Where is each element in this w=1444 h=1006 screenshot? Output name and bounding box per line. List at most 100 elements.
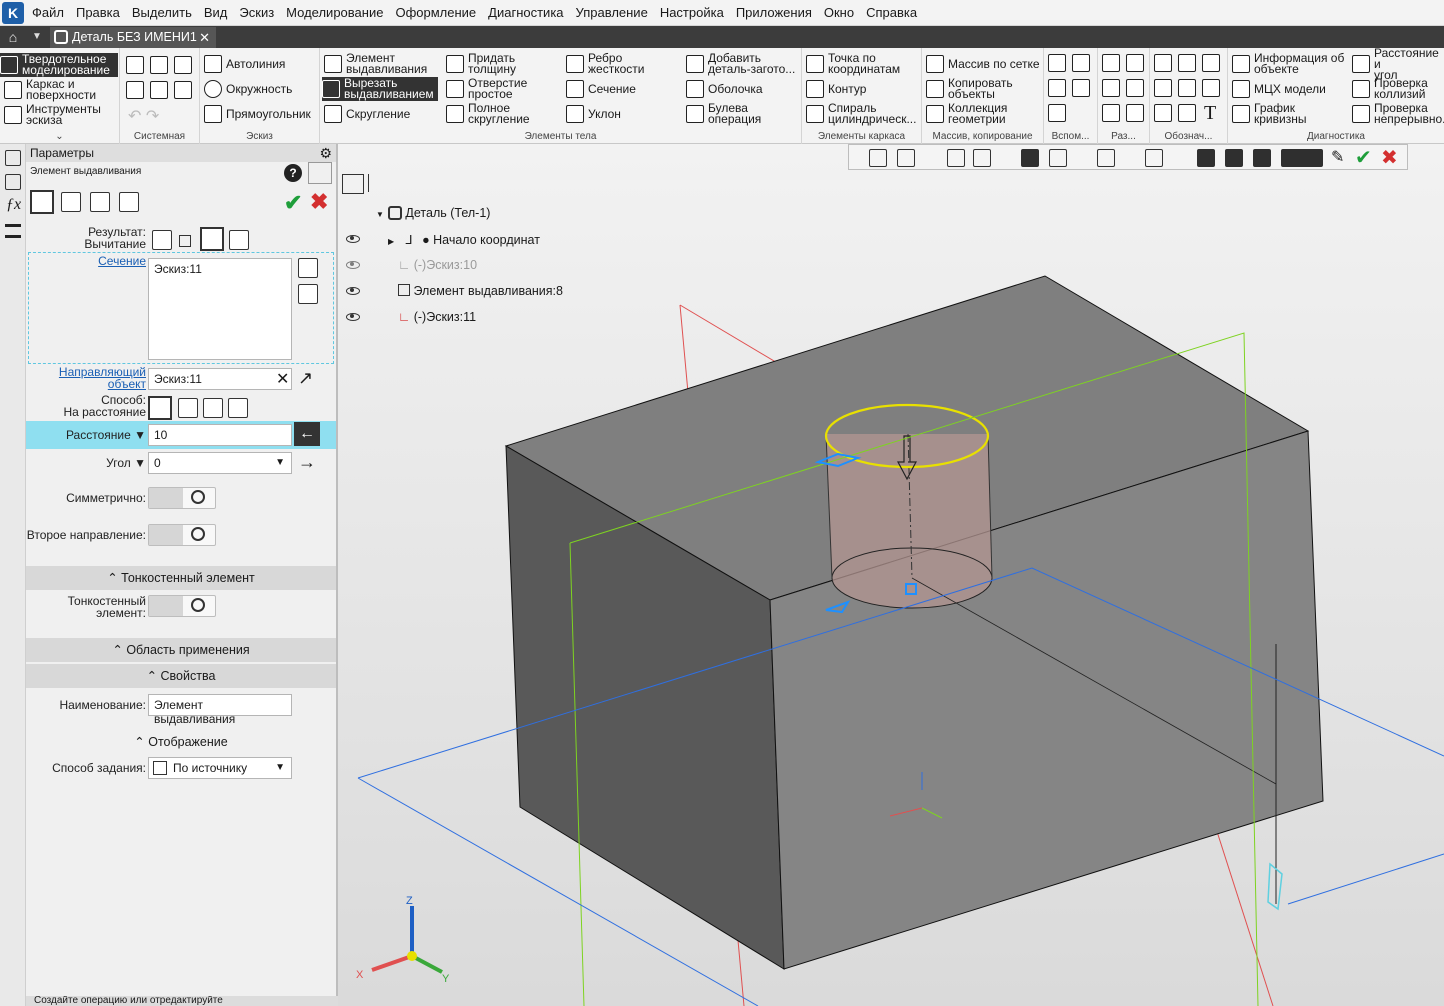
angle-dim-icon[interactable] [1202, 54, 1220, 72]
cut-icon[interactable] [1126, 54, 1144, 72]
fillet-button[interactable]: Скругление [324, 102, 410, 126]
guide-field[interactable]: Эскиз:11 [148, 368, 292, 390]
rib-button[interactable]: Ребро жесткости [566, 52, 644, 76]
tab-scope-icon[interactable] [90, 192, 110, 212]
menu-window[interactable]: Окно [824, 5, 860, 20]
menu-drafting[interactable]: Оформление [395, 5, 482, 20]
variables-icon[interactable]: ƒx [6, 196, 21, 214]
home-icon[interactable]: ⌂ [0, 26, 26, 48]
extrude-button[interactable]: Элемент выдавливания [324, 52, 427, 76]
plane-icon[interactable] [1048, 54, 1066, 72]
ok-check-icon[interactable]: ✔ [284, 190, 302, 216]
menu-management[interactable]: Управление [576, 5, 654, 20]
menu-help[interactable]: Справка [866, 5, 923, 20]
method-to-vertex-icon[interactable] [203, 398, 223, 418]
clear-x-icon[interactable]: ✕ [276, 369, 289, 389]
help-icon[interactable]: ? [284, 164, 302, 182]
circle-button[interactable]: Окружность [204, 77, 292, 101]
menu-diagnostics[interactable]: Диагностика [488, 5, 569, 20]
mode-wireframe-surfaces[interactable]: Каркас и поверхности [4, 78, 96, 102]
ribbon-expand-icon[interactable]: ⌄ [0, 131, 119, 142]
object-info-button[interactable]: Информация об объекте [1232, 52, 1344, 76]
section-sketch-icon[interactable] [298, 284, 318, 304]
split-icon[interactable] [1102, 54, 1120, 72]
print-icon[interactable] [126, 81, 144, 99]
menu-file[interactable]: Файл [32, 5, 70, 20]
cut-extrude-button[interactable]: Вырезать выдавливанием [322, 77, 438, 101]
tab-params-icon[interactable] [30, 190, 54, 214]
gear-icon[interactable]: ⚙ [319, 144, 332, 162]
second-direction-toggle[interactable] [148, 524, 216, 546]
distance-label[interactable]: Расстояние ▼ [46, 428, 146, 442]
bend-icon[interactable] [1102, 104, 1120, 122]
menu-edit[interactable]: Правка [76, 5, 126, 20]
display-section-header[interactable]: ⌃ Отображение [26, 734, 336, 749]
draft-button[interactable]: Уклон [566, 102, 621, 126]
menu-settings[interactable]: Настройка [660, 5, 730, 20]
menu-select[interactable]: Выделить [132, 5, 198, 20]
scope-section-header[interactable]: ⌃ Область применения [26, 638, 336, 662]
mode-solid-modeling[interactable]: Твердотельное моделирование [0, 53, 118, 77]
curvature-plot-button[interactable]: График кривизны [1232, 102, 1306, 126]
symmetric-toggle[interactable] [148, 487, 216, 509]
tab-props-icon[interactable] [119, 192, 139, 212]
section-link[interactable]: Сечение [66, 254, 146, 268]
section-edit-icon[interactable] [298, 258, 318, 278]
close-icon[interactable]: ✕ [199, 27, 210, 48]
props-section-header[interactable]: ⌃ Свойства [26, 664, 336, 688]
display-method-select[interactable]: По источнику ▼ [148, 757, 292, 779]
manipulator-handle[interactable] [1267, 862, 1283, 911]
tree-toggle-icon[interactable] [308, 162, 332, 184]
menu-sketch[interactable]: Эскиз [239, 5, 280, 20]
add-blank-button[interactable]: Добавить деталь-загото... [686, 52, 795, 76]
result-subtract-icon[interactable] [200, 227, 224, 251]
line-icon[interactable] [1048, 104, 1066, 122]
model-tree-icon[interactable] [5, 150, 21, 166]
method-to-surface-icon[interactable] [228, 398, 248, 418]
3d-viewport[interactable]: ✎ ✔ ✖ ▼ Деталь (Тел-1) ▶ ⅃ ● Начало коор… [338, 144, 1444, 1006]
menu-view[interactable]: Вид [204, 5, 234, 20]
properties-icon[interactable] [5, 174, 21, 190]
mirror-icon[interactable] [1102, 79, 1120, 97]
new-file-icon[interactable] [126, 56, 144, 74]
rectangle-button[interactable]: Прямоугольник [204, 102, 311, 126]
wrap-icon[interactable] [1126, 104, 1144, 122]
grid-array-button[interactable]: Массив по сетке [926, 52, 1040, 76]
mode-sketch-tools[interactable]: Инструменты эскиза [4, 103, 101, 127]
tab-thin-wall-icon[interactable] [61, 192, 81, 212]
mass-props-button[interactable]: МЦХ модели [1232, 77, 1326, 101]
angle-select[interactable]: 0 ▼ [148, 452, 292, 474]
guide-link[interactable]: Направляющий объект [46, 366, 146, 390]
shell-button[interactable]: Оболочка [686, 77, 763, 101]
result-new-body-icon[interactable] [179, 235, 191, 247]
base-icon[interactable] [1154, 104, 1172, 122]
simple-hole-button[interactable]: Отверстие простое [446, 77, 527, 101]
autoline-button[interactable]: Автолиния [204, 52, 285, 76]
boolean-button[interactable]: Булева операция [686, 102, 761, 126]
geometry-collection-button[interactable]: Коллекция геометрии [926, 102, 1007, 126]
distance-angle-button[interactable]: Расстояние и угол [1352, 47, 1444, 81]
chevron-down-icon[interactable]: ▼ [26, 26, 48, 48]
undo-icon[interactable]: ↶ ↷ [128, 106, 159, 126]
menu-modeling[interactable]: Моделирование [286, 5, 389, 20]
full-fillet-button[interactable]: Полное скругление [446, 102, 530, 126]
text-icon[interactable]: T [1204, 102, 1216, 125]
continuity-check-button[interactable]: Проверка непрерывно... [1352, 102, 1444, 126]
dimension-icon[interactable] [1154, 54, 1172, 72]
document-tab[interactable]: Деталь БЕЗ ИМЕНИ1 ✕ [50, 27, 216, 48]
method-distance-icon[interactable] [148, 396, 172, 420]
name-input[interactable]: Элемент выдавливания [148, 694, 292, 726]
menu-applications[interactable]: Приложения [736, 5, 818, 20]
tolerance-icon[interactable] [1178, 104, 1196, 122]
save-icon[interactable] [174, 56, 192, 74]
result-intersect-icon[interactable] [229, 230, 249, 250]
thin-wall-section-header[interactable]: ⌃ Тонкостенный элемент [26, 566, 336, 590]
offset-plane-icon[interactable] [1048, 79, 1066, 97]
reverse-direction-icon[interactable]: ← [294, 422, 320, 446]
contour-button[interactable]: Контур [806, 77, 866, 101]
section-button[interactable]: Сечение [566, 77, 636, 101]
model-scene[interactable]: Z X Y [338, 144, 1444, 1006]
open-folder-icon[interactable] [150, 56, 168, 74]
copy-objects-button[interactable]: Копировать объекты [926, 77, 1013, 101]
angle-label[interactable]: Угол ▼ [46, 456, 146, 470]
